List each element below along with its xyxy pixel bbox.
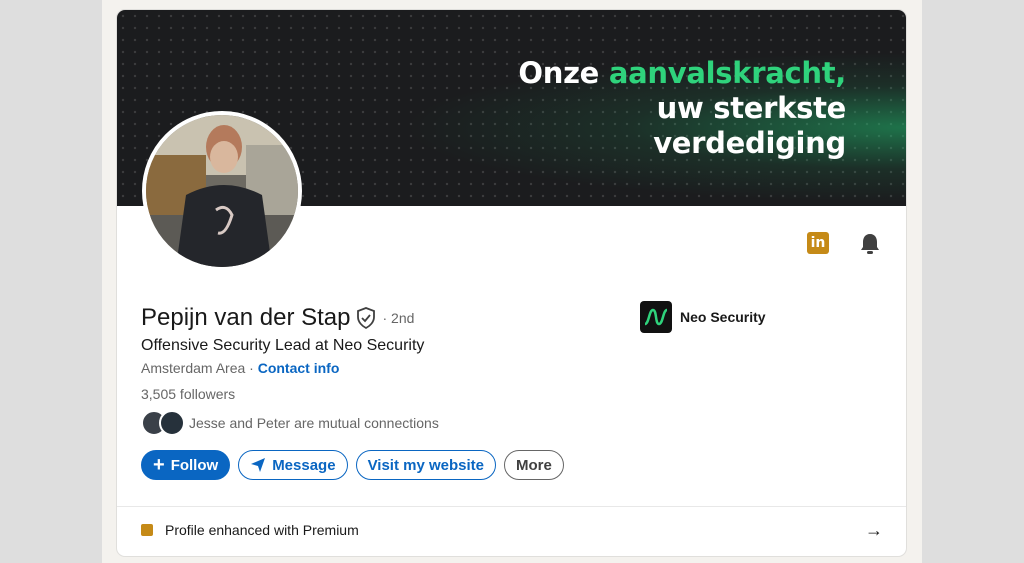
banner-line3: verdediging (653, 126, 846, 160)
mutual-avatar-2 (159, 410, 185, 436)
premium-row[interactable]: Profile enhanced with Premium (141, 522, 359, 538)
location-separator: · (245, 360, 258, 376)
company-name: Neo Security (680, 309, 766, 325)
mutual-name-1: Jesse (189, 415, 226, 431)
followers-count[interactable]: 3,505 followers (141, 386, 235, 402)
mutual-and: and (225, 415, 257, 431)
profile-actions: + Follow Message Visit my website More (141, 450, 564, 480)
visit-website-button[interactable]: Visit my website (355, 450, 497, 480)
mutual-connections[interactable]: Jesse and Peter are mutual connections (141, 410, 439, 436)
top-action-icons: in (807, 232, 887, 258)
banner-slogan: Onze aanvalskracht, uw sterkste verdedig… (518, 56, 846, 161)
verified-shield-icon[interactable] (356, 307, 376, 329)
mutual-name-2: Peter (256, 415, 291, 431)
mutual-connections-text: Jesse and Peter are mutual connections (189, 415, 439, 431)
arrow-right-icon[interactable]: → (865, 520, 883, 541)
profile-card: Onze aanvalskracht, uw sterkste verdedig… (117, 10, 906, 556)
follow-button[interactable]: + Follow (141, 450, 231, 480)
premium-label: Profile enhanced with Premium (165, 522, 359, 538)
connection-degree: · 2nd (382, 310, 415, 326)
send-icon (250, 457, 266, 473)
mutual-suffix: are mutual connections (290, 415, 439, 431)
more-label: More (516, 456, 552, 474)
plus-icon: + (153, 454, 165, 476)
linkedin-icon[interactable]: in (807, 232, 829, 254)
contact-info-link[interactable]: Contact info (258, 360, 340, 376)
follow-label: Follow (170, 456, 219, 474)
current-company[interactable]: Neo Security (640, 301, 766, 333)
bell-icon[interactable] (859, 232, 881, 256)
premium-icon (141, 524, 153, 536)
name-row: Pepijn van der Stap · 2nd (141, 303, 414, 333)
profile-avatar[interactable] (142, 111, 302, 271)
profile-headline: Offensive Security Lead at Neo Security (141, 337, 425, 354)
more-button[interactable]: More (504, 450, 564, 480)
banner-line1-accent: aanvalskracht, (608, 56, 846, 90)
banner-line1-plain: Onze (518, 56, 600, 90)
banner-line2: uw sterkste (656, 91, 847, 125)
location-row: Amsterdam Area · Contact info (141, 360, 339, 376)
profile-name: Pepijn van der Stap (141, 304, 351, 331)
website-label: Visit my website (367, 456, 485, 474)
section-divider (117, 506, 906, 507)
location-text: Amsterdam Area (141, 360, 246, 376)
message-label: Message (272, 456, 336, 474)
neo-security-logo-icon (640, 301, 672, 333)
message-button[interactable]: Message (238, 450, 348, 480)
